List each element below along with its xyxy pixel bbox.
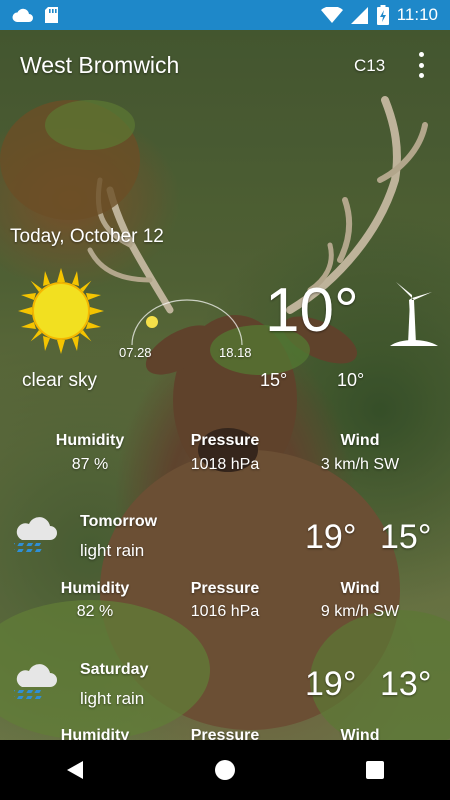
overflow-menu-icon[interactable] bbox=[414, 52, 428, 78]
home-icon bbox=[215, 760, 235, 780]
forecast-condition: light rain bbox=[80, 689, 145, 708]
humidity-value: 82 % bbox=[76, 603, 114, 620]
cloud-icon bbox=[12, 8, 33, 22]
current-condition: clear sky bbox=[22, 370, 97, 391]
forecast-day-name: Tomorrow bbox=[80, 513, 158, 530]
sun-icon bbox=[18, 268, 104, 354]
wind-turbine-icon bbox=[390, 282, 438, 346]
forecast-low: 13° bbox=[380, 665, 432, 703]
current-temperature: 10° bbox=[265, 276, 359, 345]
humidity-label: Humidity bbox=[60, 580, 130, 597]
battery-charging-icon bbox=[376, 5, 389, 25]
rain-cloud-icon bbox=[14, 517, 57, 552]
home-button[interactable] bbox=[195, 740, 255, 800]
rain-cloud-icon bbox=[14, 664, 57, 699]
status-time: 11:10 bbox=[396, 5, 438, 24]
pressure-value: 1018 hPa bbox=[190, 456, 260, 473]
pressure-label: Pressure bbox=[190, 432, 260, 449]
sd-card-icon bbox=[45, 7, 58, 23]
forecast-condition: light rain bbox=[80, 541, 145, 560]
wind-value: 3 km/h SW bbox=[320, 456, 400, 473]
pressure-label: Pressure bbox=[190, 580, 260, 597]
today-low: 10° bbox=[337, 370, 365, 390]
recents-icon bbox=[366, 761, 384, 779]
today-high: 15° bbox=[260, 370, 288, 390]
forecast-low: 15° bbox=[380, 518, 432, 556]
wind-label: Wind bbox=[340, 580, 380, 597]
today-date: Today, October 12 bbox=[10, 226, 164, 247]
forecast-day-name: Saturday bbox=[80, 661, 149, 678]
sunset-time: 18.18 bbox=[219, 345, 252, 360]
humidity-value: 87 % bbox=[71, 456, 109, 473]
wifi-icon bbox=[320, 6, 343, 23]
signal-icon bbox=[350, 6, 368, 24]
back-button[interactable] bbox=[45, 740, 105, 800]
location-code[interactable]: C13 bbox=[354, 56, 385, 76]
humidity-label: Humidity bbox=[55, 432, 125, 449]
wind-label: Wind bbox=[340, 432, 380, 449]
sunrise-time: 07.28 bbox=[119, 345, 152, 360]
pressure-value: 1016 hPa bbox=[190, 603, 260, 620]
back-icon bbox=[67, 761, 83, 779]
wind-value: 9 km/h SW bbox=[320, 603, 400, 620]
navigation-bar bbox=[0, 740, 450, 800]
forecast-high: 19° bbox=[305, 518, 357, 556]
forecast-high: 19° bbox=[305, 665, 357, 703]
city-name[interactable]: West Bromwich bbox=[20, 52, 179, 79]
status-bar: 11:10 bbox=[0, 0, 450, 30]
recents-button[interactable] bbox=[345, 740, 405, 800]
sun-path-arc bbox=[131, 299, 243, 346]
